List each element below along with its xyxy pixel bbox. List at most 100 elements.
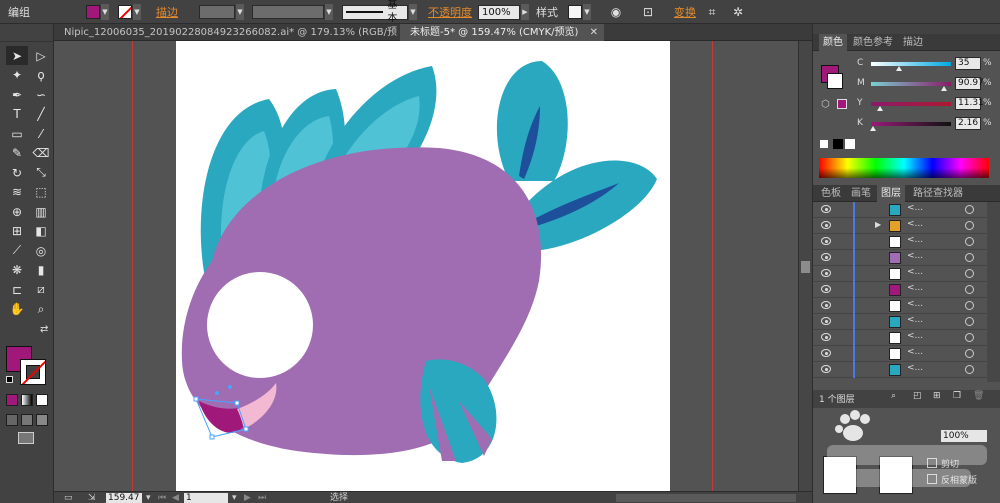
eye-icon[interactable] [821,285,831,293]
layer-row[interactable]: <... [813,202,987,218]
layers-scrollbar[interactable] [987,202,1000,382]
rectangle-tool-icon[interactable]: ▭ [6,124,28,143]
layer-row[interactable]: <... [813,250,987,266]
cmyk-m-slider[interactable] [871,82,951,86]
column-graph-tool-icon[interactable]: ▮ [30,261,52,280]
cmyk-k-slider[interactable] [871,122,951,126]
layer-row[interactable]: <... [813,362,987,378]
layer-row[interactable]: <... [813,346,987,362]
screen-mode-icon[interactable] [18,432,34,444]
free-transform-tool-icon[interactable]: ⬚ [30,183,52,202]
eye-icon[interactable] [821,333,831,341]
tab-stroke[interactable]: 描边 [899,34,927,51]
target-icon[interactable] [965,269,974,278]
direct-selection-tool-icon[interactable]: ▷ [30,46,52,65]
new-layer-icon[interactable]: ❐ [953,391,961,401]
target-icon[interactable] [965,365,974,374]
tab-document-2[interactable]: 未标题-5* @ 159.47% (CMYK/预览) ✕ [400,24,604,41]
blend-tool-icon[interactable]: ◎ [30,241,52,260]
invert-mask-checkbox[interactable] [927,474,937,484]
trash-icon[interactable]: 🗑 [973,391,984,401]
stroke-weight-field[interactable]: ▼ [199,4,244,20]
last-page-icon[interactable]: ⏭ [258,492,266,503]
tab-swatches[interactable]: 色板 [817,185,845,202]
stroke-color-swatch[interactable] [20,359,46,385]
last-color-swatch[interactable] [837,99,847,109]
layer-row[interactable]: <... [813,298,987,314]
slider-knob-icon[interactable] [876,106,883,111]
artboard-tool-icon[interactable]: ⊏ [6,280,28,299]
eye-icon[interactable] [821,221,831,229]
scroll-thumb[interactable] [801,261,810,273]
black-swatch[interactable] [833,139,843,149]
layer-row[interactable]: <... [813,266,987,282]
recolor-artwork-icon[interactable]: ◉ [608,4,624,20]
type-tool-icon[interactable]: T [6,105,28,124]
draw-inside-icon[interactable] [36,414,48,426]
slider-knob-icon[interactable] [896,66,902,71]
target-icon[interactable] [965,253,974,262]
target-icon[interactable] [965,301,974,310]
draw-normal-icon[interactable] [6,414,18,426]
zoom-tool-icon[interactable]: ⌕ [30,300,52,319]
slice-tool-icon[interactable]: ⧄ [30,280,52,299]
cmyk-k-row[interactable]: K 2.16 % [857,117,997,131]
target-icon[interactable] [965,349,974,358]
artboard-options-icon[interactable]: ⇲ [88,492,96,503]
gradient-tool-icon[interactable]: ◧ [30,222,52,241]
rotate-tool-icon[interactable]: ↻ [6,163,28,182]
none-mode-icon[interactable] [36,394,48,406]
chevron-down-icon[interactable]: ▾ [146,492,151,503]
shape-builder-tool-icon[interactable]: ⊕ [6,202,28,221]
cmyk-y-slider[interactable] [871,102,951,106]
make-clipping-mask-icon[interactable]: ◰ [913,391,922,401]
tab-color-guide[interactable]: 颜色参考 [849,34,897,51]
layer-row[interactable]: ▶ <... [813,218,987,234]
color-spectrum[interactable] [819,158,989,178]
menu-more-icon[interactable]: ✲ [730,4,746,20]
expand-arrow-icon[interactable]: ▶ [875,220,881,229]
object-thumbnail[interactable] [823,456,857,494]
tab-layers[interactable]: 图层 [877,185,905,202]
hand-tool-icon[interactable]: ✋ [6,300,28,319]
paintbrush-tool-icon[interactable]: ⁄ [30,124,52,143]
fish-artwork[interactable] [54,41,798,491]
opacity-label[interactable]: 不透明度 [428,4,472,20]
mask-thumbnail[interactable] [879,456,913,494]
target-icon[interactable] [965,285,974,294]
pen-tool-icon[interactable]: ✒ [6,85,28,104]
cmyk-m-value[interactable]: 90.97 [955,77,984,90]
panel-stroke-swatch[interactable] [827,73,843,89]
graphic-style-control[interactable]: ▼ [568,4,591,20]
cmyk-c-slider[interactable] [871,62,951,66]
artboard-nav-icon[interactable]: ▭ [64,492,73,503]
cmyk-k-value[interactable]: 2.16 [955,117,981,130]
cmyk-y-row[interactable]: Y 11.31 % [857,97,997,111]
variable-width-profile[interactable]: ▼ [252,4,333,20]
zoom-field[interactable]: 159.47 [106,493,142,503]
slider-knob-icon[interactable] [940,86,947,91]
search-icon[interactable]: ⌕ [891,391,896,401]
target-icon[interactable] [965,317,974,326]
tab-pathfinder[interactable]: 路径查找器 [909,185,967,202]
color-mode-icon[interactable] [6,394,18,406]
lasso-tool-icon[interactable]: ϙ [30,66,52,85]
eye-icon[interactable] [821,269,831,277]
default-colors-icon[interactable] [6,376,13,383]
eyedropper-tool-icon[interactable]: ⟋ [6,241,28,260]
brush-definition[interactable]: 基本 ▼ [342,0,417,24]
eye-icon[interactable] [821,237,831,245]
tab-color[interactable]: 颜色 [819,34,847,51]
align-selection-icon[interactable]: ⊡ [640,4,656,20]
symbol-sprayer-tool-icon[interactable]: ❋ [6,261,28,280]
horizontal-scrollbar[interactable] [616,494,796,502]
first-page-icon[interactable]: ⏮ [158,492,166,503]
slider-knob-icon[interactable] [869,126,876,131]
tab-brushes[interactable]: 画笔 [847,185,875,202]
page-field[interactable]: 1 [184,493,228,503]
gradient-mode-icon[interactable] [21,394,33,406]
eye-icon[interactable] [821,349,831,357]
transform-label[interactable]: 变换 [674,4,696,20]
pencil-tool-icon[interactable]: ✎ [6,144,28,163]
swap-colors-icon[interactable]: ⇄ [40,324,48,335]
